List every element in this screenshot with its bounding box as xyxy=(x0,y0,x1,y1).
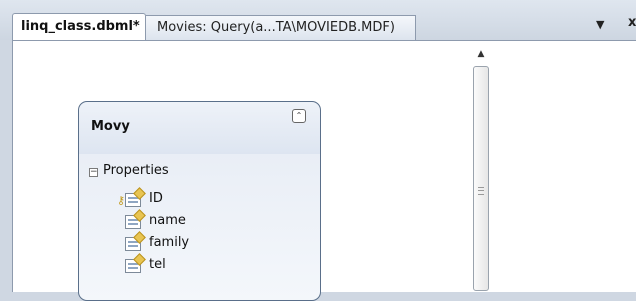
grip-icon xyxy=(478,187,484,195)
property-icon xyxy=(125,237,141,251)
scroll-up-icon[interactable]: ▲ xyxy=(471,46,491,62)
property-icon xyxy=(125,215,141,229)
property-name: family xyxy=(149,235,190,250)
entity-movy[interactable]: Movy ⌃ − Properties ⚷ ID name family tel xyxy=(78,101,321,301)
entity-title: Movy xyxy=(91,119,130,134)
vertical-scrollbar[interactable]: ▲ xyxy=(471,42,491,291)
document-tab-strip: linq_class.dbml* Movies: Query(a...TA\MO… xyxy=(0,0,636,40)
property-icon xyxy=(125,259,141,273)
collapse-icon[interactable]: ⌃ xyxy=(292,109,306,123)
property-icon xyxy=(125,193,141,207)
property-name: name xyxy=(149,213,186,228)
expander-icon[interactable]: − xyxy=(89,168,98,177)
close-icon[interactable]: x xyxy=(628,15,636,30)
properties-section-label: Properties xyxy=(103,163,169,178)
tab-linq-class[interactable]: linq_class.dbml* xyxy=(12,13,146,40)
property-name: tel xyxy=(149,257,166,272)
tab-movies-query[interactable]: Movies: Query(a...TA\MOVIEDB.MDF) xyxy=(146,15,416,40)
scroll-thumb[interactable] xyxy=(473,66,489,291)
chevron-down-icon[interactable]: ▼ xyxy=(596,18,604,31)
primary-key-icon: ⚷ xyxy=(117,194,126,207)
property-name: ID xyxy=(149,191,163,206)
